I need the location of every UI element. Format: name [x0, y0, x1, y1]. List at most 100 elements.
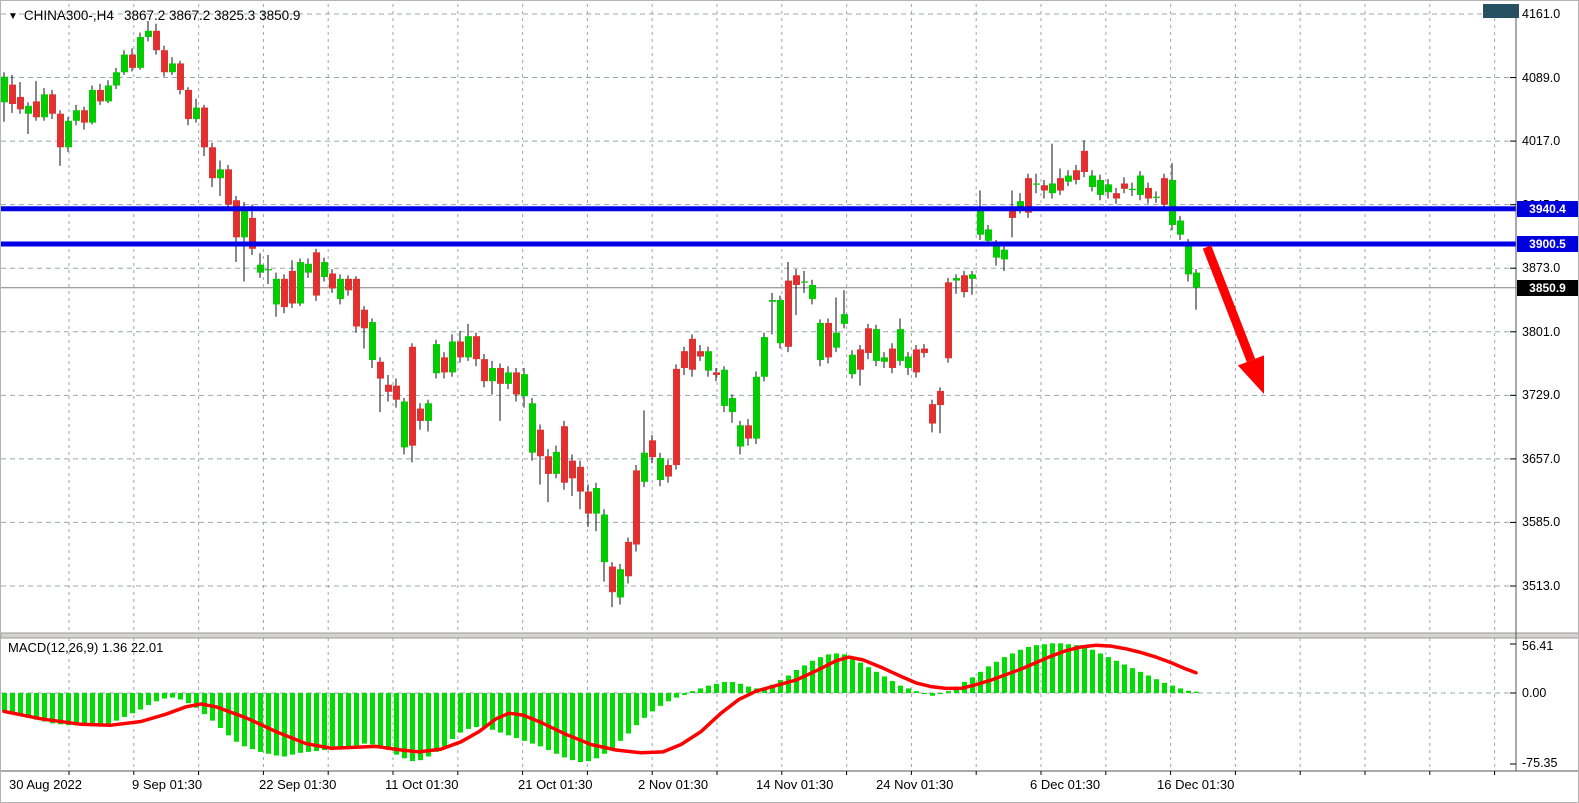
bull-candle	[641, 453, 648, 482]
bear-candle	[609, 567, 616, 593]
bear-candle	[81, 110, 88, 122]
bull-candle	[729, 398, 736, 412]
bear-candle	[945, 282, 952, 358]
bull-candle	[881, 357, 888, 361]
symbol-quote-title: ▼CHINA300-,H43867.2 3867.2 3825.3 3850.9	[8, 8, 300, 23]
bull-candle	[169, 63, 176, 72]
macd-bar	[618, 693, 623, 741]
bull-candle	[593, 488, 600, 514]
support-price-badge[interactable]: 3900.5	[1517, 236, 1578, 252]
bull-candle	[265, 269, 272, 270]
bear-candle	[17, 97, 24, 109]
bull-candle	[1177, 221, 1184, 235]
macd-bar	[922, 693, 927, 694]
bull-candle	[193, 108, 200, 119]
time-axis-label: 30 Aug 2022	[9, 777, 82, 792]
chart-canvas[interactable]	[1, 1, 1579, 803]
macd-bar	[370, 693, 375, 745]
bull-candle	[905, 356, 912, 367]
symbol-dropdown-icon[interactable]: ▼	[8, 11, 18, 22]
macd-bar	[482, 693, 487, 728]
macd-axis-label: 0.00	[1522, 686, 1546, 700]
ohlc-readout: 3867.2 3867.2 3825.3 3850.9	[124, 8, 300, 23]
macd-bar	[882, 676, 887, 693]
macd-bar	[578, 693, 583, 762]
bull-candle	[705, 351, 712, 370]
bear-candle	[513, 372, 520, 394]
macd-bar	[690, 691, 695, 693]
macd-bar	[234, 693, 239, 742]
bull-candle	[465, 336, 472, 357]
bear-candle	[329, 274, 336, 289]
macd-bar	[1154, 679, 1159, 693]
macd-bar	[1186, 691, 1191, 693]
time-axis-label: 21 Oct 01:30	[518, 777, 592, 792]
bear-candle	[913, 349, 920, 372]
bear-candle	[481, 359, 488, 381]
macd-bar	[354, 693, 359, 745]
macd-bar	[738, 684, 743, 693]
macd-bar	[1170, 686, 1175, 693]
bull-candle	[601, 514, 608, 562]
macd-bar	[634, 693, 639, 725]
bull-candle	[73, 110, 80, 121]
bull-candle	[337, 279, 344, 299]
macd-bar	[18, 693, 23, 715]
macd-bar	[1178, 688, 1183, 693]
macd-bar	[666, 693, 671, 701]
macd-bar	[890, 681, 895, 693]
macd-bar	[42, 693, 47, 722]
macd-bar	[170, 693, 175, 698]
bear-candle	[825, 323, 832, 357]
bear-candle	[49, 94, 56, 113]
bull-candle	[505, 372, 512, 383]
bull-candle	[657, 458, 664, 480]
bear-candle	[409, 347, 416, 446]
bull-candle	[721, 370, 728, 406]
resistance-price-badge[interactable]: 3940.4	[1517, 201, 1578, 217]
bull-candle	[1097, 180, 1104, 195]
bull-candle	[521, 374, 528, 396]
bear-candle	[961, 275, 968, 292]
macd-bar	[394, 693, 399, 755]
bear-candle	[289, 271, 296, 304]
bear-candle	[785, 281, 792, 347]
bear-candle	[545, 456, 552, 474]
time-axis-label: 16 Dec 01:30	[1157, 777, 1234, 792]
bull-candle	[1153, 197, 1160, 198]
macd-bar	[10, 693, 15, 713]
bear-candle	[1121, 183, 1128, 188]
macd-bar	[146, 693, 151, 705]
macd-bar	[930, 693, 935, 696]
price-axis-label: 3729.0	[1522, 388, 1560, 402]
macd-bar	[594, 693, 599, 758]
macd-bar	[154, 693, 159, 701]
price-axis-label: 4161.0	[1522, 7, 1560, 21]
macd-bar	[610, 693, 615, 748]
macd-bar	[914, 691, 919, 693]
price-axis-label: 3801.0	[1522, 325, 1560, 339]
bear-candle	[353, 279, 360, 327]
bull-candle	[1105, 184, 1112, 192]
bull-candle	[1185, 244, 1192, 274]
bull-candle	[849, 355, 856, 374]
price-axis-label: 3585.0	[1522, 515, 1560, 529]
bull-candle	[1001, 250, 1008, 260]
macd-bar	[898, 686, 903, 693]
macd-bar	[66, 693, 71, 725]
macd-bar	[466, 693, 471, 729]
bull-candle	[1049, 183, 1056, 193]
bear-candle	[665, 465, 672, 476]
bear-candle	[441, 357, 448, 372]
macd-bar	[458, 693, 463, 733]
macd-bar	[562, 693, 567, 757]
macd-axis-label: 56.41	[1522, 639, 1553, 653]
bear-candle	[497, 368, 504, 384]
bear-candle	[865, 328, 872, 353]
bull-candle	[769, 300, 776, 302]
bear-candle	[209, 147, 216, 178]
bear-candle	[561, 426, 568, 482]
macd-bar	[850, 658, 855, 693]
macd-bar	[906, 688, 911, 693]
bear-candle	[233, 200, 240, 237]
